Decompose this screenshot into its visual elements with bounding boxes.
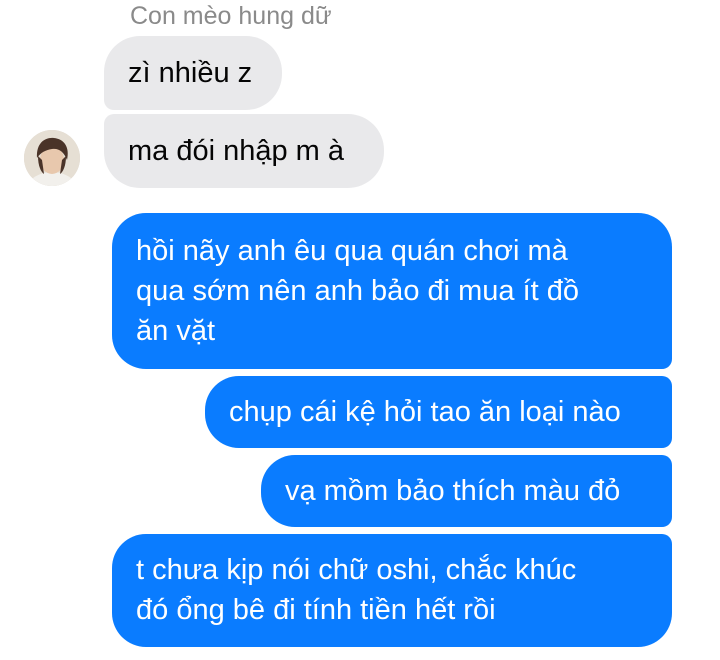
message-bubble-incoming[interactable]: ma đói nhập m à — [104, 114, 384, 188]
message-text: chụp cái kệ hỏi tao ăn loại nào — [229, 396, 621, 428]
message-text-line: qua sớm nên anh bảo đi mua ít đồ — [136, 275, 580, 307]
message-bubble-incoming[interactable]: zì nhiều z — [104, 36, 282, 110]
message-text-line: hồi nãy anh êu qua quán chơi mà — [136, 235, 568, 267]
message-text-line: ăn vặt — [136, 315, 215, 347]
message-bubble-outgoing[interactable]: hồi nãy anh êu qua quán chơi mà qua sớm … — [112, 213, 672, 369]
message-bubble-outgoing[interactable]: vạ mồm bảo thích màu đỏ — [261, 455, 672, 527]
message-bubble-outgoing[interactable]: chụp cái kệ hỏi tao ăn loại nào — [205, 376, 672, 448]
avatar[interactable] — [24, 130, 80, 186]
message-text-line: t chưa kịp nói chữ oshi, chắc khúc — [136, 554, 577, 586]
message-text: vạ mồm bảo thích màu đỏ — [285, 475, 621, 507]
sender-name: Con mèo hung dữ — [130, 2, 332, 30]
message-bubble-outgoing[interactable]: t chưa kịp nói chữ oshi, chắc khúc đó ổn… — [112, 534, 672, 647]
message-text: zì nhiều z — [128, 57, 253, 89]
user-avatar-icon — [24, 130, 80, 186]
message-text-line: đó ổng bê đi tính tiền hết rồi — [136, 594, 496, 626]
message-text: ma đói nhập m à — [128, 135, 345, 167]
